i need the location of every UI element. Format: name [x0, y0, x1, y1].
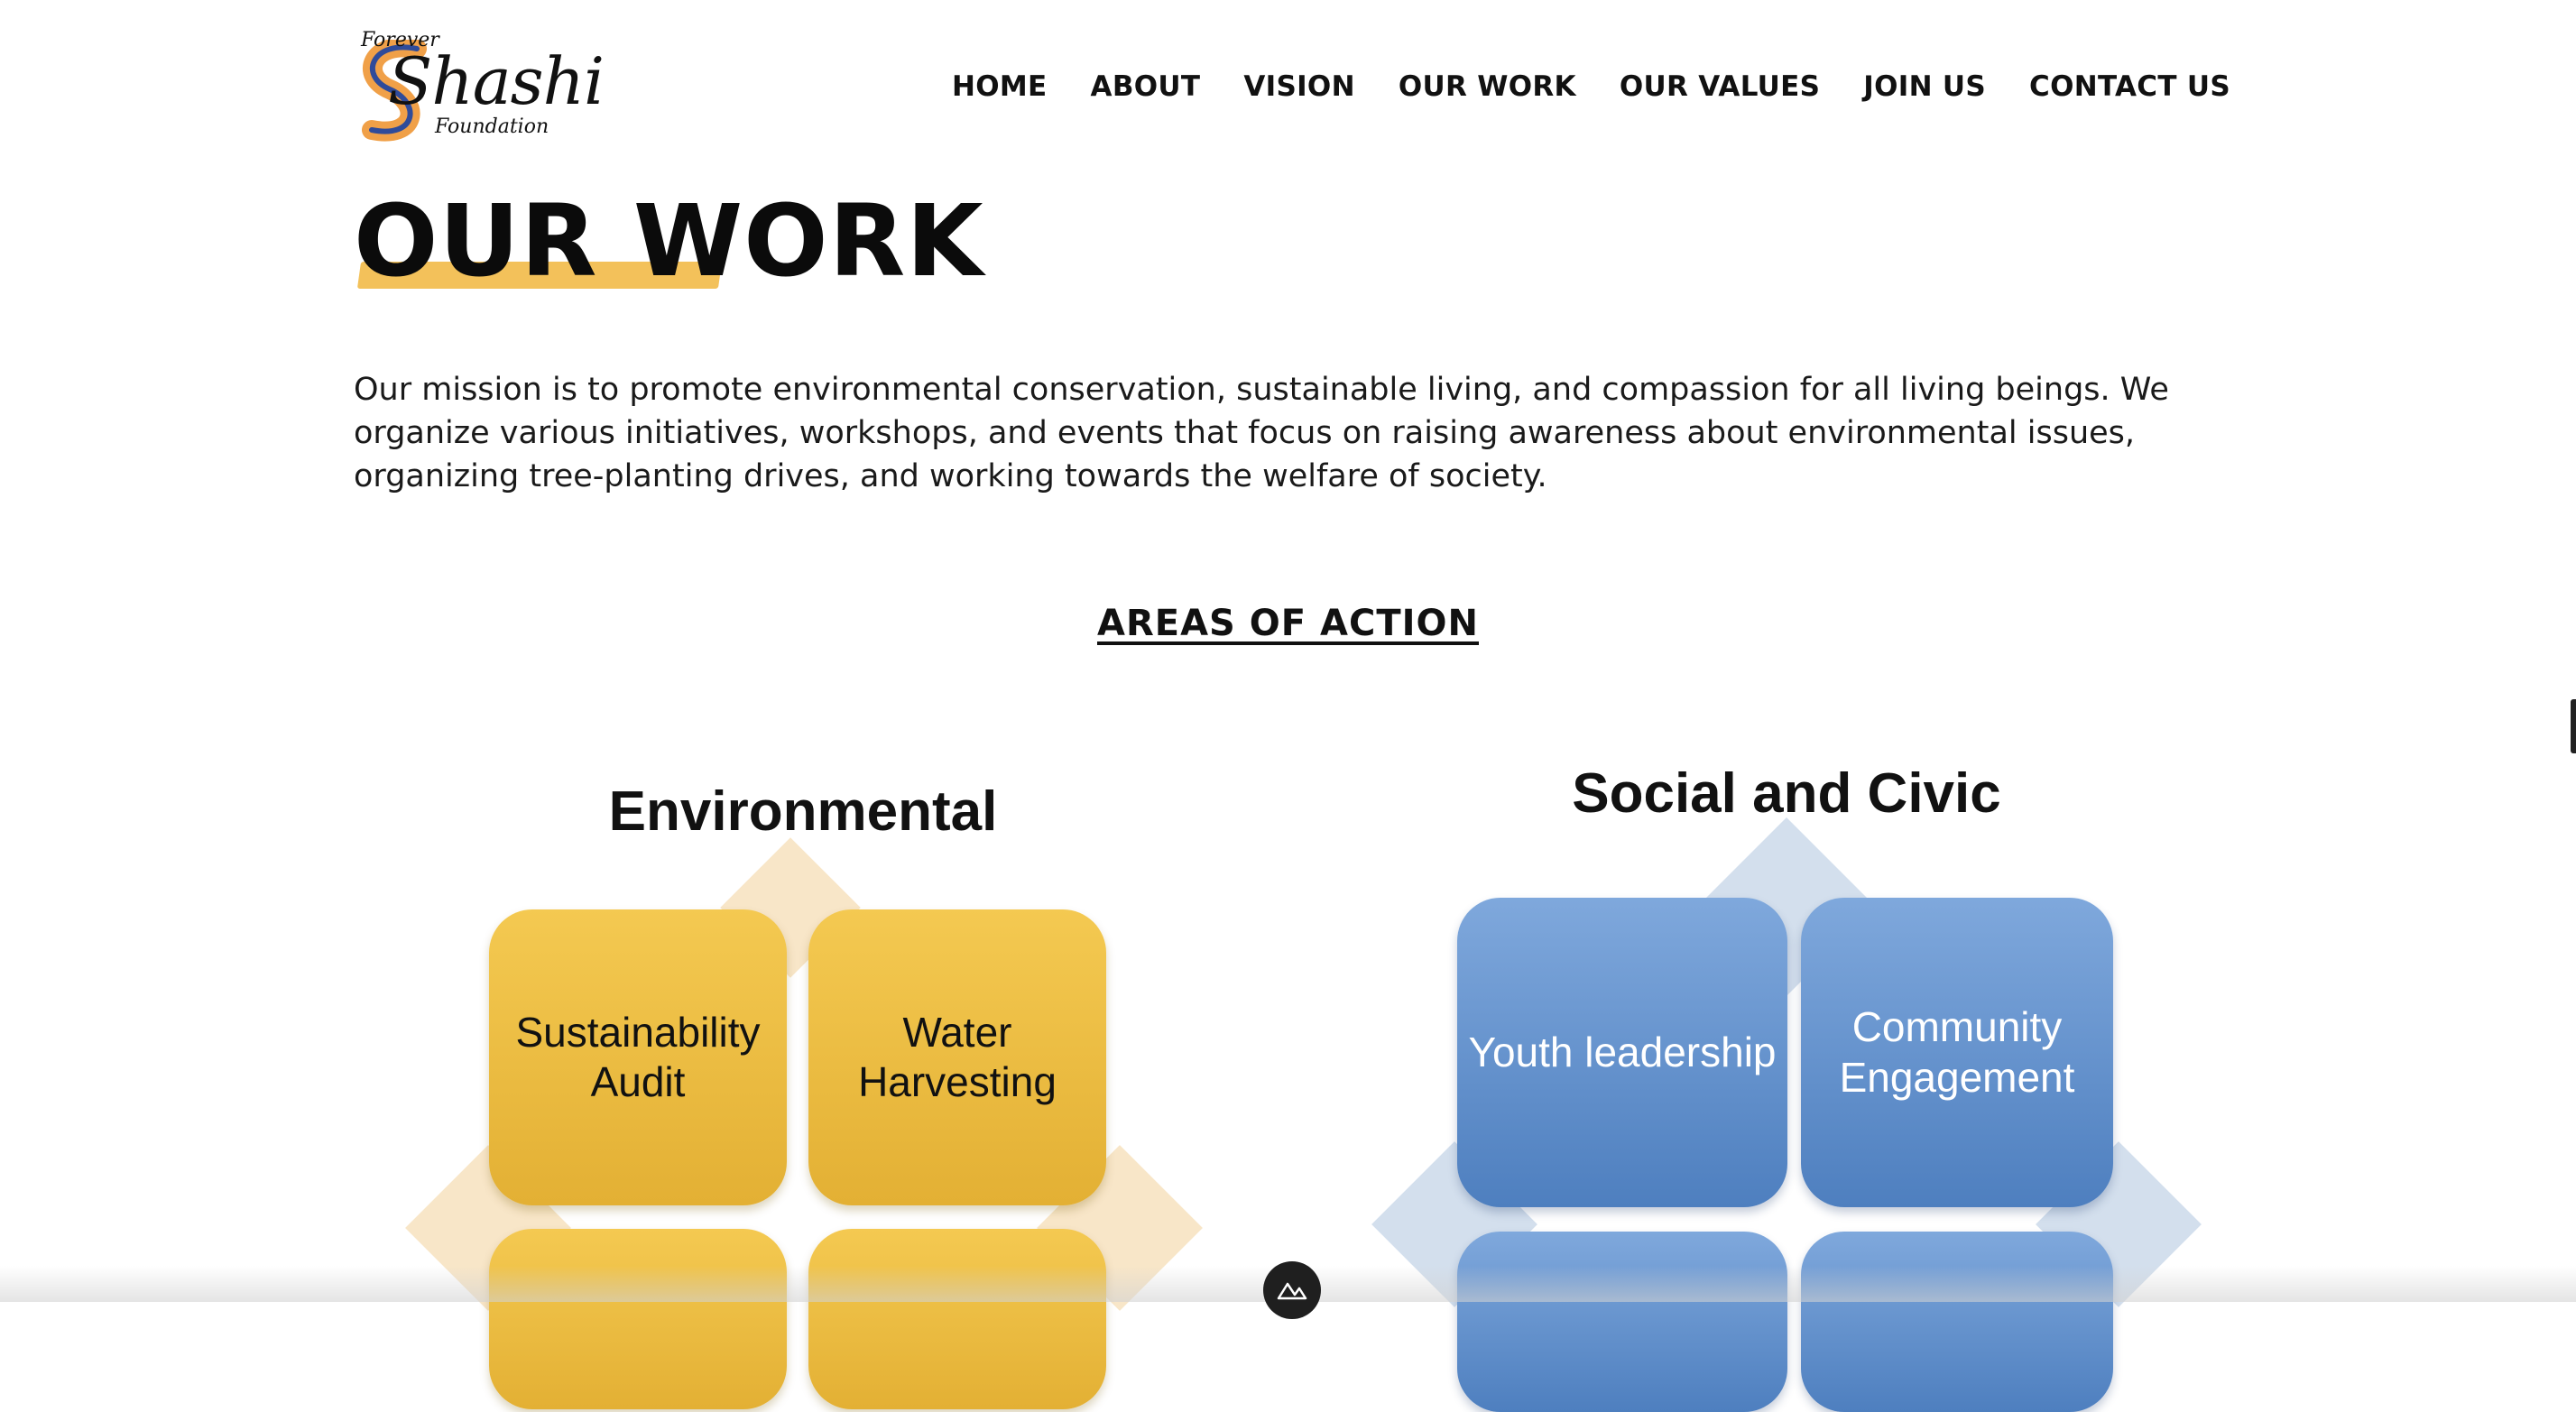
environmental-diagram: Environmental Sustainability Audit Water… — [405, 767, 1203, 1409]
nav-about[interactable]: ABOUT — [1091, 70, 1201, 103]
tile-sustainability-audit: Sustainability Audit — [489, 909, 787, 1205]
title-block: OUR WORK — [354, 189, 984, 294]
social-civic-title: Social and Civic — [1572, 762, 2001, 825]
nav-vision[interactable]: VISION — [1243, 70, 1354, 103]
logo-text-foundation: Foundation — [435, 115, 549, 138]
tile-bottom-right — [1801, 1232, 2113, 1412]
nav-our-values[interactable]: OUR VALUES — [1620, 70, 1820, 103]
tile-bottom-right — [808, 1229, 1106, 1409]
site-logo[interactable]: Forever Shashi Foundation — [354, 22, 605, 155]
mission-text: Our mission is to promote environmental … — [354, 372, 2169, 494]
tile-community-engagement: Community Engagement — [1801, 898, 2113, 1207]
tile-bottom-left — [1457, 1232, 1787, 1412]
areas-of-action-heading: AREAS OF ACTION — [1097, 603, 1479, 644]
nav-home[interactable]: HOME — [952, 70, 1048, 103]
mountain-icon — [1277, 1282, 1307, 1300]
nav-our-work[interactable]: OUR WORK — [1399, 70, 1576, 103]
social-civic-diagram: Social and Civic Youth leadership Commun… — [1371, 758, 2202, 1412]
main-nav: HOME ABOUT VISION OUR WORK OUR VALUES JO… — [952, 70, 2230, 103]
page: Forever Shashi Foundation HOME ABOUT VIS… — [0, 0, 2576, 1412]
floating-badge-icon[interactable] — [1263, 1261, 1321, 1319]
nav-join-us[interactable]: JOIN US — [1863, 70, 1986, 103]
page-title: OUR WORK — [354, 183, 984, 299]
nav-contact-us[interactable]: CONTACT US — [2029, 70, 2230, 103]
tile-water-harvesting: Water Harvesting — [808, 909, 1106, 1205]
side-scroll-handle[interactable] — [2571, 699, 2576, 753]
logo-text-shashi: Shashi — [388, 43, 605, 119]
environmental-title: Environmental — [608, 780, 998, 843]
tile-bottom-left — [489, 1229, 787, 1409]
tile-youth-leadership: Youth leadership — [1457, 898, 1787, 1207]
